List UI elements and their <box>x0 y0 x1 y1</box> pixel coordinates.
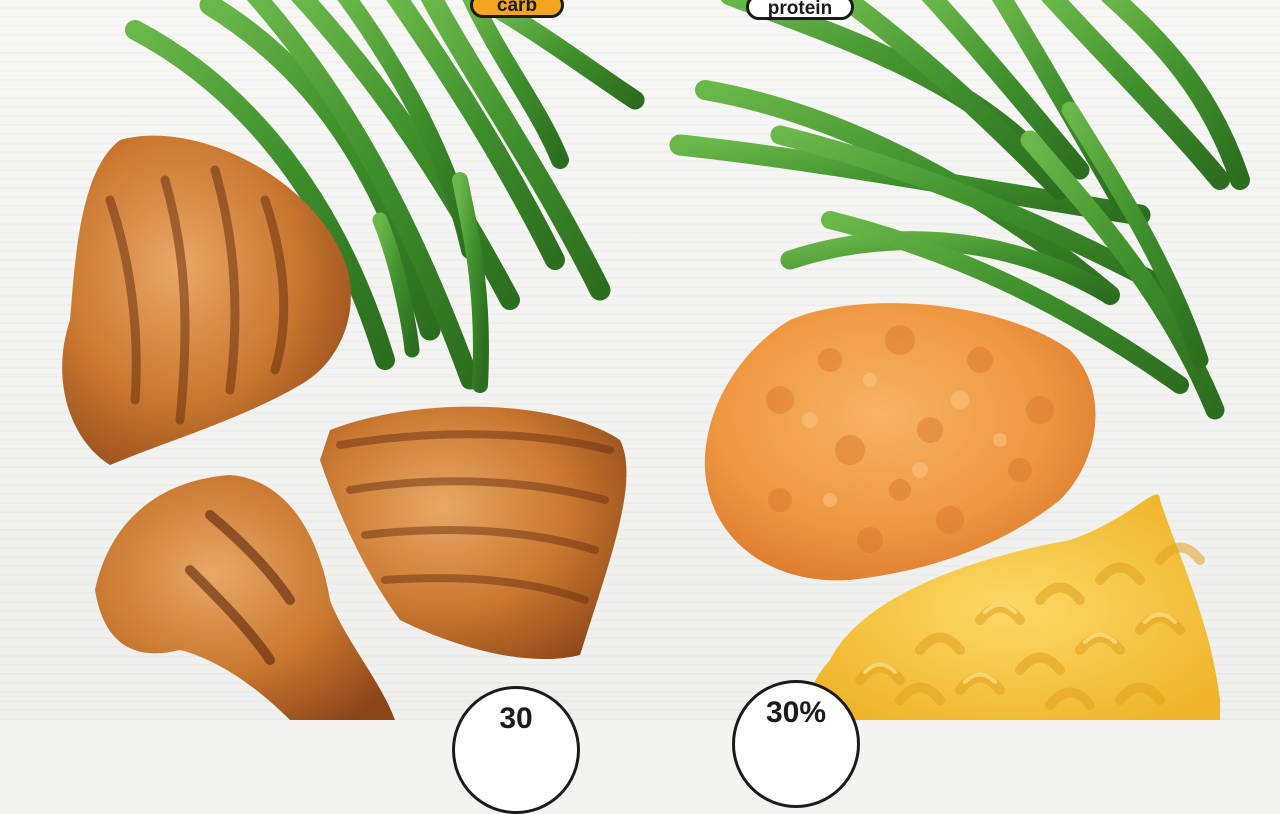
right-value-badge: 30% <box>732 680 860 808</box>
carb-label-tag: carb <box>470 0 564 18</box>
protein-label-tag: protein <box>746 0 854 20</box>
food-illustration <box>62 0 1250 720</box>
left-value-badge: 30 <box>452 686 580 814</box>
fried-chicken <box>704 303 1096 581</box>
food-comparison-photo: carb protein 30 30% <box>0 0 1280 814</box>
grilled-chicken-thigh <box>320 406 627 660</box>
